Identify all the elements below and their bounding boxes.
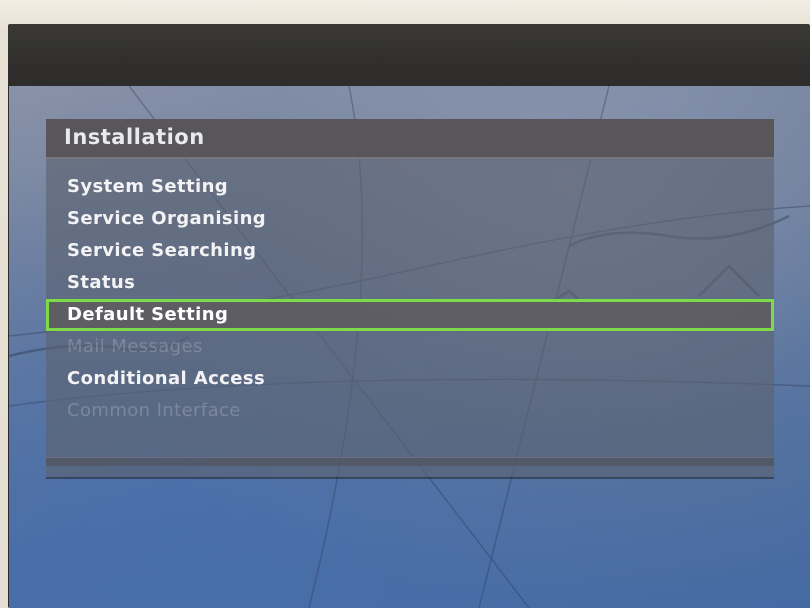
menu-item-default-setting[interactable]: Default Setting [46,299,774,331]
menu-item-service-searching[interactable]: Service Searching [46,235,774,267]
panel-title-bar: Installation [46,119,774,159]
menu-item-mail-messages: Mail Messages [67,336,203,357]
tv-screen: Installation System Setting Service Orga… [9,86,810,608]
menu-item-system-setting[interactable]: System Setting [46,171,774,203]
panel-footer-bar [46,457,774,466]
menu-item-status[interactable]: Status [46,267,774,299]
installation-menu-panel: Installation System Setting Service Orga… [46,119,774,477]
menu-item-common-interface: Common Interface [67,400,241,421]
installation-menu: System Setting Service Organising Servic… [46,171,774,427]
panel-title: Installation [64,125,205,149]
menu-item-conditional-access[interactable]: Conditional Access [46,363,774,395]
menu-item-service-organising[interactable]: Service Organising [46,203,774,235]
